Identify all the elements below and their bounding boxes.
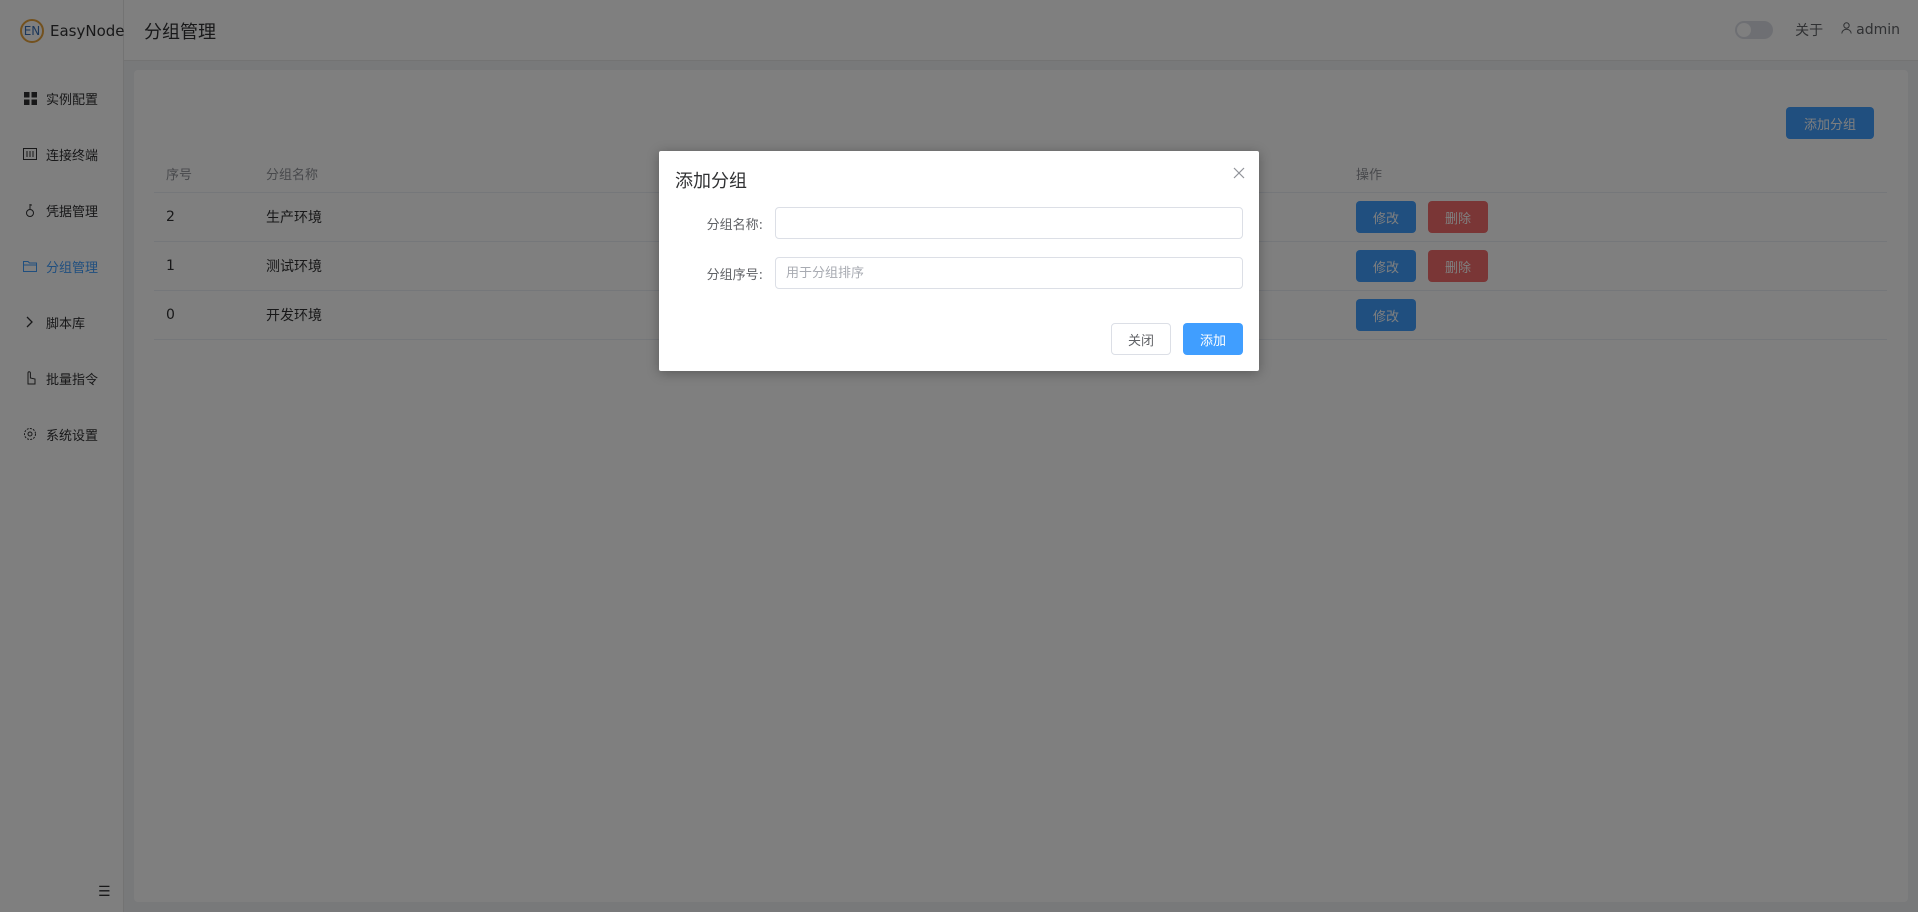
close-button[interactable]: 关闭 [1111,323,1171,355]
dialog-footer: 关闭 添加 [1111,323,1243,355]
form-row-name: 分组名称: [675,207,1243,239]
form-row-index: 分组序号: [675,257,1243,289]
confirm-add-button[interactable]: 添加 [1183,323,1243,355]
modal-overlay[interactable] [0,0,1918,912]
dialog-title: 添加分组 [675,171,747,192]
group-index-input[interactable] [775,257,1243,289]
group-index-label: 分组序号: [706,267,763,283]
group-name-label: 分组名称: [706,217,763,233]
add-group-dialog: 添加分组 分组名称: 分组序号: 关闭 添加 [659,151,1259,371]
group-name-input[interactable] [775,207,1243,239]
close-icon[interactable] [1233,165,1245,183]
